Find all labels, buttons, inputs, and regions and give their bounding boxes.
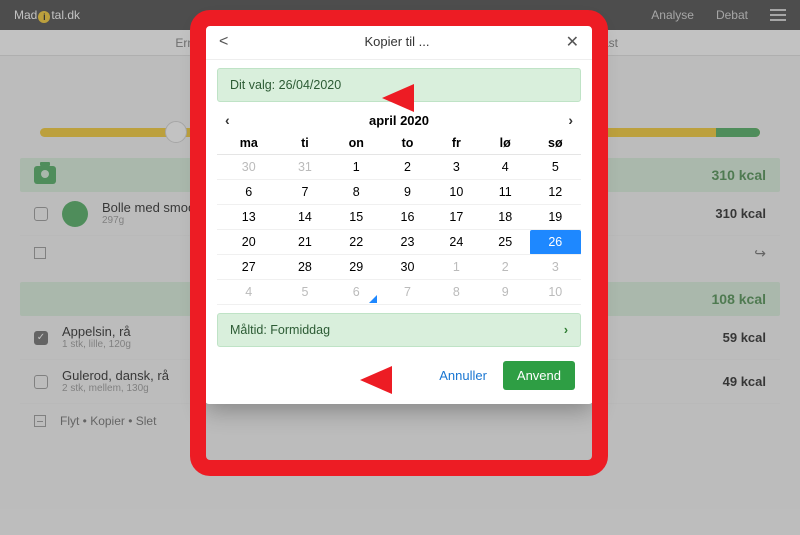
calendar-day[interactable]: 20 <box>217 230 281 255</box>
modal-title: Kopier til ... <box>228 34 565 49</box>
close-icon[interactable]: ✕ <box>566 32 579 52</box>
calendar-day[interactable]: 19 <box>530 205 581 230</box>
calendar-day[interactable]: 4 <box>481 155 530 180</box>
calendar-day[interactable]: 31 <box>281 155 330 180</box>
calendar-day[interactable]: 9 <box>383 180 432 205</box>
calendar-day[interactable]: 30 <box>217 155 281 180</box>
calendar-weekday: ti <box>281 132 330 155</box>
calendar-day[interactable]: 7 <box>383 280 432 305</box>
calendar-day[interactable]: 4 <box>217 280 281 305</box>
calendar-day[interactable]: 26 <box>530 230 581 255</box>
calendar-day[interactable]: 21 <box>281 230 330 255</box>
calendar-day[interactable]: 23 <box>383 230 432 255</box>
apply-button[interactable]: Anvend <box>503 361 575 390</box>
calendar-day[interactable]: 1 <box>432 255 481 280</box>
calendar-day[interactable]: 22 <box>329 230 383 255</box>
meal-selector-label: Måltid: Formiddag <box>230 323 330 337</box>
calendar-day[interactable]: 5 <box>281 280 330 305</box>
calendar-day[interactable]: 13 <box>217 205 281 230</box>
calendar-next-month[interactable]: › <box>568 112 573 128</box>
calendar-day[interactable]: 1 <box>329 155 383 180</box>
calendar-day[interactable]: 8 <box>432 280 481 305</box>
cancel-button[interactable]: Annuller <box>439 368 487 383</box>
back-button[interactable]: < <box>219 33 228 51</box>
meal-selector[interactable]: Måltid: Formiddag › <box>217 313 581 347</box>
calendar-weekday: on <box>329 132 383 155</box>
calendar-day[interactable]: 9 <box>481 280 530 305</box>
calendar-day[interactable]: 24 <box>432 230 481 255</box>
calendar-day[interactable]: 2 <box>383 155 432 180</box>
calendar-day[interactable]: 8 <box>329 180 383 205</box>
calendar-day[interactable]: 27 <box>217 255 281 280</box>
calendar-day[interactable]: 14 <box>281 205 330 230</box>
calendar-day[interactable]: 12 <box>530 180 581 205</box>
calendar-day[interactable]: 10 <box>530 280 581 305</box>
calendar-day[interactable]: 6 <box>329 280 383 305</box>
calendar-day[interactable]: 16 <box>383 205 432 230</box>
calendar-day[interactable]: 30 <box>383 255 432 280</box>
calendar-day[interactable]: 18 <box>481 205 530 230</box>
calendar-day[interactable]: 11 <box>481 180 530 205</box>
calendar-day[interactable]: 3 <box>432 155 481 180</box>
calendar-day[interactable]: 5 <box>530 155 581 180</box>
chevron-right-icon: › <box>564 323 568 337</box>
calendar-day[interactable]: 29 <box>329 255 383 280</box>
calendar-day[interactable]: 2 <box>481 255 530 280</box>
calendar-day[interactable]: 10 <box>432 180 481 205</box>
calendar-day[interactable]: 6 <box>217 180 281 205</box>
calendar-weekday: sø <box>530 132 581 155</box>
calendar-weekday: fr <box>432 132 481 155</box>
copy-to-modal: < Kopier til ... ✕ Dit valg: 26/04/2020 … <box>205 24 593 404</box>
calendar-weekday: to <box>383 132 432 155</box>
selection-summary[interactable]: Dit valg: 26/04/2020 <box>217 68 581 102</box>
calendar-weekday: lø <box>481 132 530 155</box>
calendar-grid: mationtofrløsø 3031123456789101112131415… <box>217 132 581 305</box>
calendar-weekday: ma <box>217 132 281 155</box>
calendar-day[interactable]: 25 <box>481 230 530 255</box>
calendar-day[interactable]: 28 <box>281 255 330 280</box>
calendar-day[interactable]: 15 <box>329 205 383 230</box>
calendar-day[interactable]: 7 <box>281 180 330 205</box>
calendar-month-label: april 2020 <box>230 113 569 128</box>
selection-label: Dit valg: 26/04/2020 <box>230 78 341 92</box>
calendar-day[interactable]: 3 <box>530 255 581 280</box>
calendar-day[interactable]: 17 <box>432 205 481 230</box>
